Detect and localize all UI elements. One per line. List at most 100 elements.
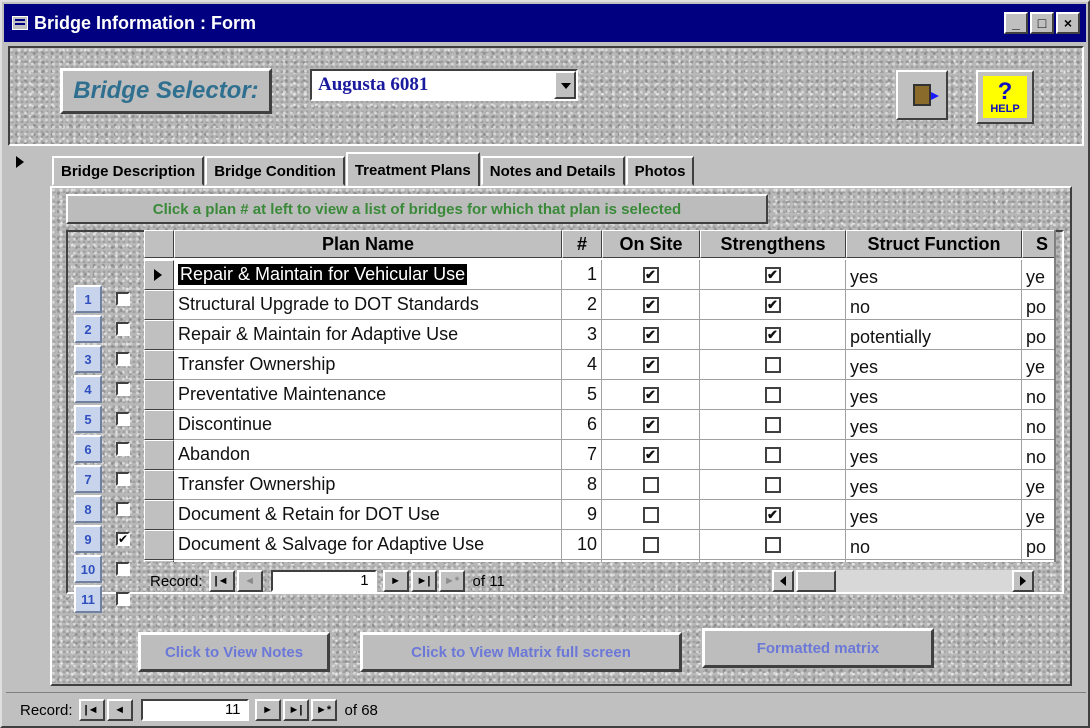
scroll-right-button[interactable] — [1012, 570, 1034, 592]
view-notes-button[interactable]: Click to View Notes — [138, 632, 330, 672]
row-selector[interactable] — [144, 560, 174, 562]
checkbox[interactable]: ✔ — [642, 296, 659, 313]
on-site-cell[interactable]: ✔ — [602, 290, 700, 320]
s-cell[interactable]: po — [1022, 290, 1054, 320]
on-site-cell[interactable]: ✔ — [602, 350, 700, 380]
plan-name-cell[interactable]: Structural Upgrade to DOT Standards — [174, 290, 562, 320]
tab-bridge-condition[interactable]: Bridge Condition — [205, 156, 345, 186]
row-selector[interactable] — [144, 380, 174, 410]
help-button[interactable]: ? HELP — [976, 70, 1034, 124]
subform-record-input[interactable]: 1 — [270, 570, 377, 592]
plan-number-button[interactable]: 8 — [74, 495, 102, 523]
form-last-record-button[interactable]: ►| — [282, 699, 309, 721]
strengthens-cell[interactable] — [700, 470, 846, 500]
form-next-record-button[interactable]: ► — [254, 699, 281, 721]
strengthens-cell[interactable] — [700, 380, 846, 410]
plan-name-cell[interactable]: Document & Salvage for Adaptive Use — [174, 530, 562, 560]
on-site-cell[interactable]: ✔ — [602, 320, 700, 350]
close-button[interactable]: × — [1056, 12, 1080, 34]
row-selector[interactable] — [144, 530, 174, 560]
subform-first-record-button[interactable]: |◄ — [208, 570, 235, 592]
column-header[interactable]: # — [562, 230, 602, 258]
plan-number-button[interactable]: 3 — [74, 345, 102, 373]
struct-function-cell[interactable]: yes — [846, 500, 1022, 530]
s-cell[interactable]: po — [1022, 530, 1054, 560]
plan-select-checkbox[interactable] — [116, 352, 130, 366]
row-selector[interactable] — [144, 410, 174, 440]
plan-number-button[interactable]: 2 — [74, 315, 102, 343]
plan-select-checkbox[interactable] — [116, 382, 130, 396]
checkbox[interactable]: ✔ — [642, 266, 659, 283]
plan-num-cell[interactable]: 6 — [562, 410, 602, 440]
plan-num-cell[interactable]: 7 — [562, 440, 602, 470]
on-site-cell[interactable] — [602, 500, 700, 530]
checkbox[interactable] — [764, 356, 781, 373]
checkbox[interactable]: ✔ — [764, 326, 781, 343]
plan-num-cell[interactable]: 2 — [562, 290, 602, 320]
struct-function-cell[interactable]: no — [846, 290, 1022, 320]
struct-function-cell[interactable]: yes — [846, 380, 1022, 410]
plan-number-button[interactable]: 5 — [74, 405, 102, 433]
struct-function-cell[interactable]: potentially — [846, 320, 1022, 350]
plan-select-checkbox[interactable] — [116, 592, 130, 606]
plan-name-cell[interactable]: Transfer Ownership — [174, 470, 562, 500]
s-cell[interactable]: po — [1022, 320, 1054, 350]
plan-select-checkbox[interactable] — [116, 292, 130, 306]
plan-name-cell[interactable]: Abandon — [174, 440, 562, 470]
scroll-left-button[interactable] — [772, 570, 794, 592]
checkbox[interactable]: ✔ — [764, 296, 781, 313]
row-selector[interactable] — [144, 470, 174, 500]
checkbox[interactable] — [642, 536, 659, 553]
subform-last-record-button[interactable]: ►| — [410, 570, 437, 592]
plan-num-cell[interactable]: 4 — [562, 350, 602, 380]
plan-number-button[interactable]: 10 — [74, 555, 102, 583]
select-all-header[interactable] — [144, 230, 174, 258]
plan-name-cell[interactable]: Transfer Ownership — [174, 350, 562, 380]
horizontal-scrollbar[interactable] — [772, 570, 1034, 592]
plan-name-cell[interactable]: Document & Retain for DOT Use — [174, 500, 562, 530]
on-site-cell[interactable]: ✔ — [602, 380, 700, 410]
checkbox[interactable]: ✔ — [764, 506, 781, 523]
plan-select-checkbox[interactable] — [116, 442, 130, 456]
plan-number-button[interactable]: 1 — [74, 285, 102, 313]
chevron-down-icon[interactable] — [554, 71, 576, 99]
checkbox[interactable] — [764, 416, 781, 433]
column-header[interactable]: Strengthens — [700, 230, 846, 258]
plan-name-cell[interactable]: Preventative Maintenance — [174, 380, 562, 410]
plan-name-cell[interactable]: Repair & Maintain for Vehicular Use — [174, 260, 562, 290]
struct-function-cell[interactable]: yes — [846, 410, 1022, 440]
struct-function-cell[interactable]: yes — [846, 260, 1022, 290]
plan-number-button[interactable]: 9 — [74, 525, 102, 553]
plan-number-button[interactable]: 7 — [74, 465, 102, 493]
plan-name-cell[interactable]: Repair & Maintain for Adaptive Use — [174, 320, 562, 350]
strengthens-cell[interactable] — [700, 560, 846, 562]
plan-num-cell[interactable]: 1 — [562, 260, 602, 290]
plan-num-cell[interactable]: 8 — [562, 470, 602, 500]
s-cell[interactable]: no — [1022, 380, 1054, 410]
on-site-cell[interactable] — [602, 530, 700, 560]
maximize-button[interactable]: □ — [1030, 12, 1054, 34]
checkbox[interactable] — [764, 536, 781, 553]
row-selector[interactable] — [144, 290, 174, 320]
checkbox[interactable] — [764, 476, 781, 493]
checkbox[interactable]: ✔ — [642, 326, 659, 343]
struct-function-cell[interactable]: yes — [846, 470, 1022, 500]
strengthens-cell[interactable] — [700, 440, 846, 470]
horizontal-scroll-thumb[interactable] — [796, 570, 836, 592]
formatted-matrix-button[interactable]: Formatted matrix — [702, 628, 934, 668]
strengthens-cell[interactable]: ✔ — [700, 260, 846, 290]
strengthens-cell[interactable] — [700, 530, 846, 560]
exit-button[interactable] — [896, 70, 948, 120]
strengthens-cell[interactable]: ✔ — [700, 500, 846, 530]
strengthens-cell[interactable] — [700, 350, 846, 380]
tab-treatment-plans[interactable]: Treatment Plans — [345, 152, 480, 186]
checkbox[interactable] — [764, 386, 781, 403]
plan-number-button[interactable]: 4 — [74, 375, 102, 403]
form-record-input[interactable]: 11 — [140, 699, 249, 721]
column-header[interactable]: Plan Name — [174, 230, 562, 258]
on-site-cell[interactable]: ✔ — [602, 260, 700, 290]
row-selector[interactable] — [144, 320, 174, 350]
plan-select-checkbox[interactable]: ✔ — [116, 532, 130, 546]
plan-name-cell[interactable]: Discontinue — [174, 410, 562, 440]
s-cell[interactable]: no — [1022, 440, 1054, 470]
